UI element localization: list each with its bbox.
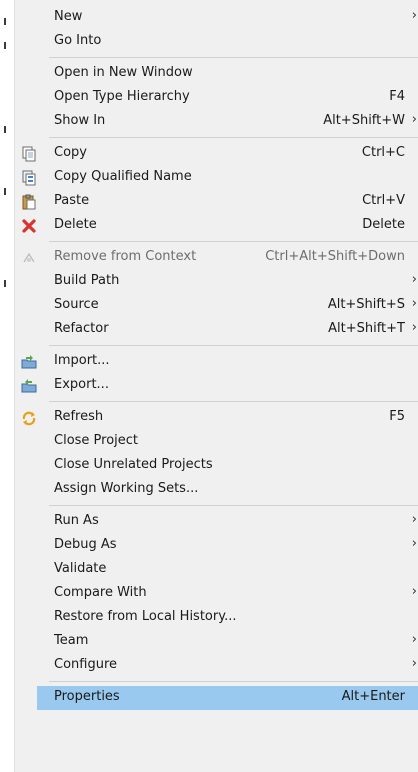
copy-qualified-name-icon xyxy=(21,170,37,186)
menu-separator xyxy=(49,681,418,682)
copy-icon xyxy=(21,146,37,162)
menu-item-label: Restore from Local History... xyxy=(54,609,237,624)
menu-item-new[interactable]: New › xyxy=(15,6,418,30)
menu-item-label: Properties xyxy=(54,689,120,704)
menu-item-label: Close Project xyxy=(54,433,139,448)
menu-item-delete[interactable]: Delete Delete xyxy=(15,214,418,238)
menu-item-label: Assign Working Sets... xyxy=(54,481,199,496)
menu-item-show-in[interactable]: Show In Alt+Shift+W › xyxy=(15,110,418,134)
context-menu: New › Go Into Open in New Window Open Type H… xyxy=(14,0,418,772)
menu-item-shortcut: Alt+Shift+W xyxy=(323,113,405,128)
menu-item-configure[interactable]: Configure › xyxy=(15,654,418,678)
menu-item-shortcut: Alt+Shift+T xyxy=(328,321,405,336)
menu-item-team[interactable]: Team › xyxy=(15,630,418,654)
menu-item-label: Debug As xyxy=(54,537,117,552)
menu-item-restore-from-local-history[interactable]: Restore from Local History... xyxy=(15,606,418,630)
menu-separator xyxy=(49,345,418,346)
menu-item-shortcut: F5 xyxy=(389,409,405,424)
menu-item-open-type-hierarchy[interactable]: Open Type Hierarchy F4 xyxy=(15,86,418,110)
menu-item-label: Go Into xyxy=(54,33,102,48)
background-glyph xyxy=(4,18,6,25)
menu-item-label: Source xyxy=(54,297,99,312)
menu-item-label: Export... xyxy=(54,377,109,392)
menu-item-shortcut: F4 xyxy=(389,89,405,104)
background-glyph xyxy=(4,42,6,49)
menu-item-label: Build Path xyxy=(54,273,120,288)
menu-item-properties[interactable]: Properties Alt+Enter xyxy=(37,686,418,710)
import-icon xyxy=(21,354,37,370)
submenu-arrow-icon: › xyxy=(411,536,417,551)
refresh-icon xyxy=(21,410,37,426)
menu-separator xyxy=(49,241,418,242)
submenu-arrow-icon: › xyxy=(411,512,417,527)
menu-item-shortcut: Ctrl+V xyxy=(362,193,405,208)
menu-item-debug-as[interactable]: Debug As › xyxy=(15,534,418,558)
submenu-arrow-icon: › xyxy=(411,320,417,335)
background-glyph xyxy=(4,280,6,287)
menu-item-paste[interactable]: Paste Ctrl+V xyxy=(15,190,418,214)
menu-item-label: Import... xyxy=(54,353,110,368)
menu-item-compare-with[interactable]: Compare With › xyxy=(15,582,418,606)
menu-item-refactor[interactable]: Refactor Alt+Shift+T › xyxy=(15,318,418,342)
menu-item-remove-from-context: Remove from Context Ctrl+Alt+Shift+Down xyxy=(15,246,418,270)
menu-separator xyxy=(49,505,418,506)
submenu-arrow-icon: › xyxy=(411,656,417,671)
menu-item-label: Configure xyxy=(54,657,118,672)
menu-item-shortcut: Alt+Enter xyxy=(341,689,405,704)
menu-separator xyxy=(49,57,418,58)
background-glyph xyxy=(4,188,6,195)
menu-item-build-path[interactable]: Build Path › xyxy=(15,270,418,294)
menu-item-label: Copy xyxy=(54,145,87,160)
menu-item-label: Paste xyxy=(54,193,90,208)
submenu-arrow-icon: › xyxy=(411,8,417,23)
menu-item-label: Compare With xyxy=(54,585,147,600)
menu-item-label: Run As xyxy=(54,513,99,528)
menu-item-go-into[interactable]: Go Into xyxy=(15,30,418,54)
menu-item-label: Delete xyxy=(54,217,97,232)
remove-context-icon xyxy=(21,250,37,266)
menu-item-close-unrelated-projects[interactable]: Close Unrelated Projects xyxy=(15,454,418,478)
delete-icon xyxy=(21,218,37,234)
submenu-arrow-icon: › xyxy=(411,112,417,127)
menu-item-shortcut: Alt+Shift+S xyxy=(327,297,405,312)
menu-item-copy-qualified-name[interactable]: Copy Qualified Name xyxy=(15,166,418,190)
submenu-arrow-icon: › xyxy=(411,632,417,647)
menu-item-open-in-new-window[interactable]: Open in New Window xyxy=(15,62,418,86)
menu-item-label: Team xyxy=(54,633,89,648)
export-icon xyxy=(21,378,37,394)
menu-separator xyxy=(49,137,418,138)
menu-separator xyxy=(49,401,418,402)
menu-item-label: Refresh xyxy=(54,409,104,424)
menu-item-label: Validate xyxy=(54,561,107,576)
menu-item-assign-working-sets[interactable]: Assign Working Sets... xyxy=(15,478,418,502)
menu-item-label: Close Unrelated Projects xyxy=(54,457,213,472)
submenu-arrow-icon: › xyxy=(411,272,417,287)
menu-item-label: New xyxy=(54,9,83,24)
submenu-arrow-icon: › xyxy=(411,296,417,311)
menu-item-label: Remove from Context xyxy=(54,249,197,264)
menu-item-run-as[interactable]: Run As › xyxy=(15,510,418,534)
menu-item-label: Show In xyxy=(54,113,106,128)
menu-item-export[interactable]: Export... xyxy=(15,374,418,398)
menu-item-label: Open in New Window xyxy=(54,65,193,80)
menu-item-shortcut: Delete xyxy=(362,217,405,232)
menu-item-close-project[interactable]: Close Project xyxy=(15,430,418,454)
menu-item-refresh[interactable]: Refresh F5 xyxy=(15,406,418,430)
menu-item-copy[interactable]: Copy Ctrl+C xyxy=(15,142,418,166)
menu-item-import[interactable]: Import... xyxy=(15,350,418,374)
menu-item-label: Refactor xyxy=(54,321,109,336)
menu-item-label: Open Type Hierarchy xyxy=(54,89,190,104)
paste-icon xyxy=(21,194,37,210)
menu-item-shortcut: Ctrl+C xyxy=(361,145,405,160)
menu-item-validate[interactable]: Validate xyxy=(15,558,418,582)
menu-item-label: Copy Qualified Name xyxy=(54,169,192,184)
menu-item-source[interactable]: Source Alt+Shift+S › xyxy=(15,294,418,318)
menu-item-shortcut: Ctrl+Alt+Shift+Down xyxy=(265,249,405,264)
background-glyph xyxy=(4,126,6,133)
background-window-edge xyxy=(0,0,14,772)
submenu-arrow-icon: › xyxy=(411,584,417,599)
